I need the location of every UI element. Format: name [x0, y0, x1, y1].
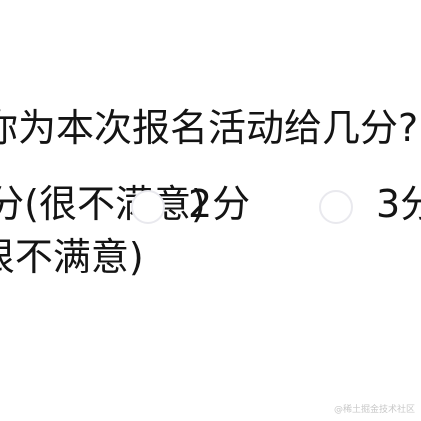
watermark: @稀土掘金技术社区 — [333, 405, 415, 415]
option-2-radio[interactable] — [131, 190, 165, 224]
option-1-label[interactable]: 1分(很不满意) — [0, 176, 206, 232]
option-3-label[interactable]: 3分 — [376, 176, 421, 232]
survey-screen: 请你为本次报名活动给几分? 1分(很不满意) (很不满意) 2分 3分 @稀土掘… — [0, 0, 421, 421]
question-title: 请你为本次报名活动给几分? — [0, 106, 419, 150]
option-3-radio[interactable] — [319, 190, 353, 224]
option-1-label-continued: (很不满意) — [0, 235, 144, 279]
option-2-label[interactable]: 2分 — [188, 176, 250, 232]
